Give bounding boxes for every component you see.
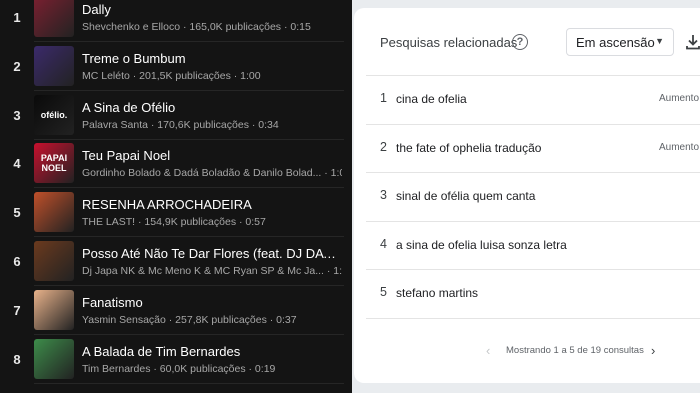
caret-down-icon: ▼ (655, 36, 664, 46)
row-number: 5 (380, 285, 387, 299)
related-query-row[interactable]: 5 stefano martins (366, 269, 700, 317)
track-row[interactable]: 2 Treme o Bumbum MC Leléto · 201,5K public… (0, 42, 352, 91)
track-rank: 7 (13, 302, 21, 318)
row-number: 4 (380, 236, 387, 251)
query-text: stefano martins (396, 286, 479, 300)
album-art (34, 45, 74, 86)
track-subtitle: THE LAST! · 154,9K publicações · 0:57 (82, 216, 266, 229)
track-subtitle: Tim Bernardes · 60,0K publicações · 0:19 (82, 362, 276, 375)
download-icon[interactable] (686, 34, 700, 50)
track-title: Posso Até Não Te Dar Flores (feat. DJ DA… (82, 246, 342, 261)
track-title: RESENHA ARROCHADEIRA (82, 197, 252, 213)
album-art-text: ofélio. (40, 109, 68, 120)
trend-badge: Aumento (659, 93, 700, 104)
divider (34, 382, 344, 384)
track-rank: 2 (13, 58, 21, 74)
query-text: the fate of ophelia tradução (396, 140, 542, 155)
related-query-row[interactable]: 3 sinal de ofélia quem canta (366, 172, 700, 220)
album-art-text: PAPAI NOEL (40, 153, 68, 174)
track-list: 1 Dally Shevchenko e Elloco · 165,0K publi… (0, 0, 352, 393)
track-subtitle: Shevchenko e Elloco · 165,0K publicações… (82, 21, 311, 33)
track-row[interactable]: 7 Fanatismo Yasmin Sensação · 257,8K publi… (0, 286, 352, 335)
row-number: 3 (380, 188, 387, 202)
track-rank: 3 (13, 107, 21, 123)
track-title: Teu Papai Noel (82, 148, 171, 164)
album-art (34, 338, 74, 379)
track-rank: 5 (13, 205, 21, 221)
track-rank: 4 (13, 156, 21, 172)
track-title: A Sina de Ofélio (82, 99, 176, 115)
query-text: a sina de ofelia luisa sonza letra (396, 237, 567, 252)
track-row[interactable]: 3 ofélio. A Sina de Ofélio Palavra Santa · … (0, 91, 352, 140)
track-title: A Balada de Tim Bernardes (82, 343, 241, 359)
next-page-icon[interactable]: › (651, 343, 655, 358)
track-subtitle: Yasmin Sensação · 257,8K publicações · 0… (82, 313, 297, 326)
divider (366, 317, 700, 319)
album-art (34, 241, 74, 281)
related-query-row[interactable]: 4 a sina de ofelia luisa sonza letra (366, 220, 700, 269)
album-art (34, 192, 74, 233)
previous-page-icon[interactable]: ‹ (486, 343, 490, 358)
trend-filter-dropdown[interactable]: Em ascensão ▼ (566, 28, 674, 56)
album-art: ofélio. (34, 94, 74, 135)
track-row[interactable]: 5 RESENHA ARROCHADEIRA THE LAST! · 154,9K … (0, 188, 352, 238)
track-row[interactable]: 1 Dally Shevchenko e Elloco · 165,0K publi… (0, 0, 352, 42)
track-row[interactable]: 4 PAPAI NOEL Teu Papai Noel Gordinho Bolado… (0, 139, 352, 189)
row-number: 2 (380, 139, 387, 154)
track-title: Dally (82, 2, 111, 17)
related-searches-card: Pesquisas relacionadas ? Em ascensão ▼ 1… (354, 8, 700, 383)
query-text: sinal de ofélia quem canta (396, 189, 536, 203)
track-subtitle: Gordinho Bolado & Dadá Boladão & Danilo … (82, 167, 342, 180)
track-rank: 6 (13, 254, 21, 269)
query-text: cina de ofelia (396, 92, 467, 106)
help-icon[interactable]: ? (512, 34, 528, 50)
track-subtitle: Palavra Santa · 170,6K publicações · 0:3… (82, 118, 279, 131)
track-row[interactable]: 8 A Balada de Tim Bernardes Tim Bernardes … (0, 335, 352, 384)
track-rank: 8 (13, 351, 21, 367)
related-query-row[interactable]: 1 cina de ofelia Aumento (366, 75, 700, 123)
trend-badge: Aumento (659, 141, 700, 153)
album-art (34, 0, 74, 37)
row-number: 1 (380, 91, 387, 105)
dropdown-value: Em ascensão (576, 35, 655, 50)
track-subtitle: MC Leléto · 201,5K publicações · 1:00 (82, 69, 261, 82)
track-row[interactable]: 6 Posso Até Não Te Dar Flores (feat. DJ D… (0, 237, 352, 286)
track-title: Fanatismo (82, 294, 143, 310)
card-title: Pesquisas relacionadas (380, 35, 518, 50)
related-query-row[interactable]: 2 the fate of ophelia tradução Aumento (366, 123, 700, 172)
album-art: PAPAI NOEL (34, 143, 74, 184)
track-subtitle: Dj Japa NK & Mc Meno K & MC Ryan SP & Mc… (82, 265, 342, 277)
pagination-text: Mostrando 1 a 5 de 19 consultas (506, 345, 644, 356)
track-title: Treme o Bumbum (82, 50, 186, 66)
track-rank: 1 (13, 10, 21, 25)
album-art (34, 289, 74, 330)
